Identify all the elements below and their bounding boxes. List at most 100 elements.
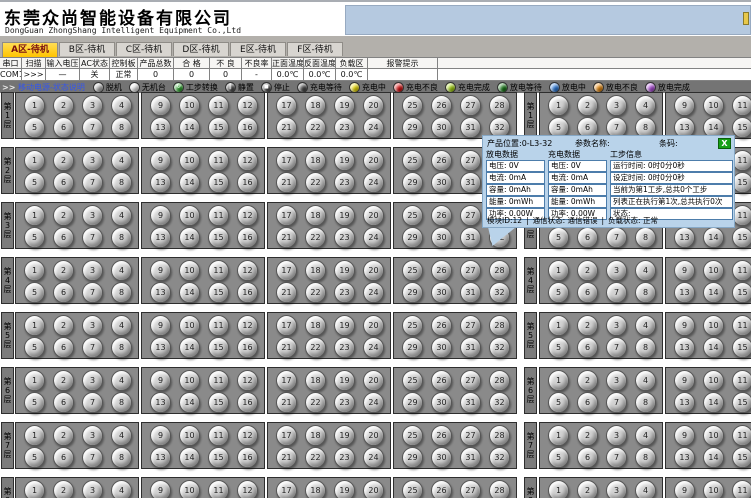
channel-button[interactable]: 30 bbox=[431, 447, 452, 468]
channel-button[interactable]: 31 bbox=[460, 227, 481, 248]
channel-button[interactable]: 5 bbox=[24, 227, 45, 248]
channel-button[interactable]: 4 bbox=[635, 315, 656, 336]
channel-button[interactable]: 3 bbox=[606, 425, 627, 446]
channel-button[interactable]: 31 bbox=[460, 117, 481, 138]
channel-button[interactable]: 13 bbox=[150, 172, 171, 193]
channel-button[interactable]: 11 bbox=[208, 315, 229, 336]
channel-button[interactable]: 20 bbox=[363, 95, 384, 116]
channel-button[interactable]: 6 bbox=[577, 282, 598, 303]
channel-button[interactable]: 11 bbox=[208, 150, 229, 171]
channel-button[interactable]: 1 bbox=[24, 480, 45, 498]
channel-button[interactable]: 11 bbox=[208, 205, 229, 226]
channel-button[interactable]: 7 bbox=[606, 337, 627, 358]
channel-button[interactable]: 11 bbox=[732, 95, 751, 116]
channel-button[interactable]: 8 bbox=[111, 282, 132, 303]
tab-zone-4[interactable]: E区-待机 bbox=[230, 42, 286, 56]
channel-button[interactable]: 6 bbox=[53, 117, 74, 138]
channel-button[interactable]: 9 bbox=[150, 95, 171, 116]
channel-button[interactable]: 26 bbox=[431, 425, 452, 446]
channel-button[interactable]: 7 bbox=[82, 227, 103, 248]
channel-button[interactable]: 15 bbox=[208, 447, 229, 468]
channel-button[interactable]: 19 bbox=[334, 205, 355, 226]
channel-button[interactable]: 5 bbox=[24, 337, 45, 358]
channel-button[interactable]: 10 bbox=[703, 260, 724, 281]
channel-button[interactable]: 14 bbox=[179, 117, 200, 138]
channel-button[interactable]: 16 bbox=[237, 337, 258, 358]
channel-button[interactable]: 16 bbox=[237, 282, 258, 303]
channel-button[interactable]: 1 bbox=[548, 480, 569, 498]
channel-button[interactable]: 18 bbox=[305, 260, 326, 281]
channel-button[interactable]: 27 bbox=[460, 205, 481, 226]
channel-button[interactable]: 21 bbox=[276, 337, 297, 358]
tab-zone-3[interactable]: D区-待机 bbox=[173, 42, 229, 56]
channel-button[interactable]: 25 bbox=[402, 95, 423, 116]
channel-button[interactable]: 2 bbox=[577, 370, 598, 391]
channel-button[interactable]: 9 bbox=[674, 370, 695, 391]
channel-button[interactable]: 4 bbox=[635, 425, 656, 446]
channel-button[interactable]: 25 bbox=[402, 260, 423, 281]
channel-button[interactable]: 22 bbox=[305, 337, 326, 358]
channel-button[interactable]: 23 bbox=[334, 172, 355, 193]
channel-button[interactable]: 6 bbox=[577, 227, 598, 248]
channel-button[interactable]: 7 bbox=[606, 282, 627, 303]
channel-button[interactable]: 25 bbox=[402, 205, 423, 226]
channel-button[interactable]: 10 bbox=[703, 370, 724, 391]
channel-button[interactable]: 2 bbox=[577, 260, 598, 281]
channel-button[interactable]: 10 bbox=[179, 260, 200, 281]
tab-zone-1[interactable]: B区-待机 bbox=[59, 42, 115, 56]
channel-button[interactable]: 31 bbox=[460, 447, 481, 468]
channel-button[interactable]: 24 bbox=[363, 392, 384, 413]
channel-button[interactable]: 15 bbox=[208, 117, 229, 138]
channel-button[interactable]: 29 bbox=[402, 337, 423, 358]
channel-button[interactable]: 5 bbox=[548, 282, 569, 303]
channel-button[interactable]: 29 bbox=[402, 172, 423, 193]
channel-button[interactable]: 31 bbox=[460, 392, 481, 413]
channel-button[interactable]: 14 bbox=[703, 227, 724, 248]
channel-button[interactable]: 19 bbox=[334, 370, 355, 391]
channel-button[interactable]: 15 bbox=[732, 227, 751, 248]
channel-button[interactable]: 6 bbox=[577, 392, 598, 413]
channel-button[interactable]: 19 bbox=[334, 95, 355, 116]
channel-button[interactable]: 17 bbox=[276, 315, 297, 336]
channel-button[interactable]: 2 bbox=[53, 425, 74, 446]
channel-button[interactable]: 24 bbox=[363, 282, 384, 303]
channel-button[interactable]: 10 bbox=[179, 205, 200, 226]
channel-button[interactable]: 3 bbox=[82, 150, 103, 171]
channel-button[interactable]: 29 bbox=[402, 447, 423, 468]
channel-button[interactable]: 15 bbox=[208, 227, 229, 248]
channel-button[interactable]: 29 bbox=[402, 282, 423, 303]
channel-button[interactable]: 10 bbox=[703, 425, 724, 446]
channel-button[interactable]: 31 bbox=[460, 337, 481, 358]
channel-button[interactable]: 32 bbox=[489, 282, 510, 303]
channel-button[interactable]: 26 bbox=[431, 480, 452, 498]
channel-button[interactable]: 14 bbox=[179, 172, 200, 193]
channel-button[interactable]: 27 bbox=[460, 95, 481, 116]
channel-button[interactable]: 18 bbox=[305, 315, 326, 336]
channel-button[interactable]: 20 bbox=[363, 150, 384, 171]
channel-button[interactable]: 6 bbox=[53, 392, 74, 413]
channel-button[interactable]: 11 bbox=[732, 480, 751, 498]
channel-button[interactable]: 6 bbox=[53, 172, 74, 193]
channel-button[interactable]: 12 bbox=[237, 95, 258, 116]
tab-zone-0[interactable]: A区-待机 bbox=[2, 42, 58, 57]
channel-button[interactable]: 23 bbox=[334, 227, 355, 248]
channel-button[interactable]: 5 bbox=[24, 117, 45, 138]
channel-button[interactable]: 10 bbox=[179, 150, 200, 171]
channel-button[interactable]: 2 bbox=[53, 370, 74, 391]
channel-button[interactable]: 28 bbox=[489, 260, 510, 281]
channel-button[interactable]: 9 bbox=[674, 260, 695, 281]
channel-button[interactable]: 31 bbox=[460, 282, 481, 303]
channel-button[interactable]: 3 bbox=[82, 205, 103, 226]
channel-button[interactable]: 13 bbox=[150, 447, 171, 468]
channel-button[interactable]: 12 bbox=[237, 205, 258, 226]
channel-button[interactable]: 1 bbox=[24, 315, 45, 336]
channel-button[interactable]: 10 bbox=[703, 315, 724, 336]
channel-button[interactable]: 4 bbox=[111, 95, 132, 116]
channel-button[interactable]: 8 bbox=[635, 227, 656, 248]
channel-button[interactable]: 14 bbox=[179, 447, 200, 468]
channel-button[interactable]: 12 bbox=[237, 370, 258, 391]
channel-button[interactable]: 21 bbox=[276, 392, 297, 413]
channel-button[interactable]: 8 bbox=[635, 392, 656, 413]
channel-button[interactable]: 28 bbox=[489, 95, 510, 116]
channel-button[interactable]: 2 bbox=[577, 480, 598, 498]
